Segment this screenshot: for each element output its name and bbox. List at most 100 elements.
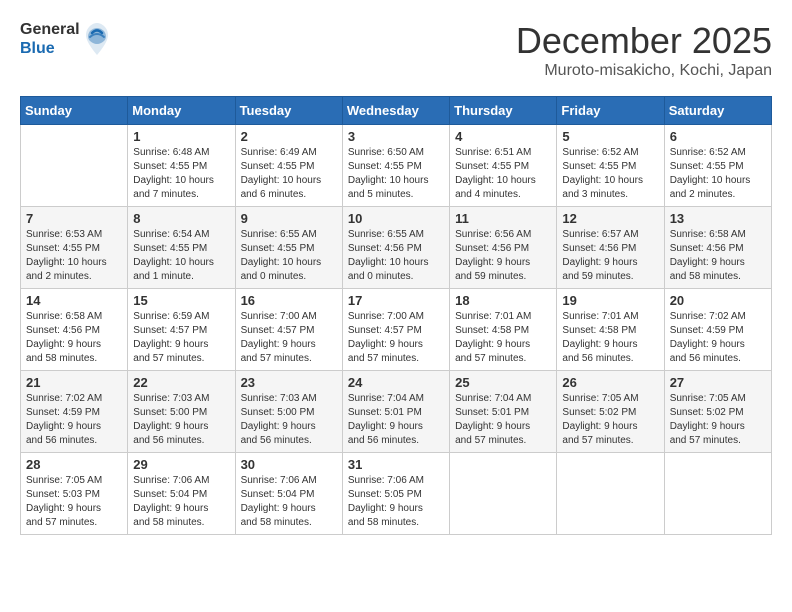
day-number: 13	[670, 211, 766, 226]
calendar-cell: 23 Sunrise: 7:03 AM Sunset: 5:00 PM Dayli…	[235, 371, 342, 453]
day-info: Sunrise: 7:02 AM Sunset: 4:59 PM Dayligh…	[670, 310, 766, 366]
calendar-cell: 12Sunrise: 6:57 AM Sunset: 4:56 PM Dayli…	[557, 207, 664, 289]
calendar-cell: 11 Sunrise: 6:56 AM Sunset: 4:56 PM Dayli…	[450, 207, 557, 289]
day-number: 7	[26, 211, 122, 226]
day-number: 11	[455, 211, 551, 226]
calendar-cell: 26Sunrise: 7:05 AM Sunset: 5:02 PM Dayli…	[557, 371, 664, 453]
weekday-header-sunday: Sunday	[21, 97, 128, 125]
day-number: 15	[133, 293, 229, 308]
calendar-week-row: 28Sunrise: 7:05 AM Sunset: 5:03 PM Dayli…	[21, 453, 772, 535]
day-info: Sunrise: 6:50 AM Sunset: 4:55 PM Dayligh…	[348, 146, 444, 202]
logo: General Blue	[20, 20, 112, 58]
calendar-cell: 3 Sunrise: 6:50 AM Sunset: 4:55 PM Daylig…	[342, 125, 449, 207]
weekday-header-monday: Monday	[128, 97, 235, 125]
day-info: Sunrise: 6:58 AM Sunset: 4:56 PM Dayligh…	[26, 310, 122, 366]
calendar-cell: 2Sunrise: 6:49 AM Sunset: 4:55 PM Daylig…	[235, 125, 342, 207]
calendar-table: SundayMondayTuesdayWednesdayThursdayFrid…	[20, 96, 772, 535]
calendar-cell: 16 Sunrise: 7:00 AM Sunset: 4:57 PM Dayli…	[235, 289, 342, 371]
day-number: 3	[348, 129, 444, 144]
weekday-header-friday: Friday	[557, 97, 664, 125]
calendar-cell: 25Sunrise: 7:04 AM Sunset: 5:01 PM Dayli…	[450, 371, 557, 453]
day-info: Sunrise: 6:55 AM Sunset: 4:56 PM Dayligh…	[348, 228, 444, 284]
logo-container: General Blue	[20, 20, 112, 58]
logo-wave-icon	[82, 21, 112, 57]
calendar-body: 1 Sunrise: 6:48 AM Sunset: 4:55 PM Daylig…	[21, 125, 772, 535]
day-info: Sunrise: 6:49 AM Sunset: 4:55 PM Dayligh…	[241, 146, 337, 202]
day-number: 8	[133, 211, 229, 226]
day-info: Sunrise: 6:57 AM Sunset: 4:56 PM Dayligh…	[562, 228, 658, 284]
calendar-cell	[664, 453, 771, 535]
day-number: 14	[26, 293, 122, 308]
calendar-cell	[557, 453, 664, 535]
calendar-week-row: 21 Sunrise: 7:02 AM Sunset: 4:59 PM Dayli…	[21, 371, 772, 453]
day-number: 1	[133, 129, 229, 144]
day-info: Sunrise: 6:55 AM Sunset: 4:55 PM Dayligh…	[241, 228, 337, 284]
day-info: Sunrise: 7:00 AM Sunset: 4:57 PM Dayligh…	[241, 310, 337, 366]
weekday-header-tuesday: Tuesday	[235, 97, 342, 125]
calendar-cell: 9 Sunrise: 6:55 AM Sunset: 4:55 PM Daylig…	[235, 207, 342, 289]
day-info: Sunrise: 7:05 AM Sunset: 5:03 PM Dayligh…	[26, 474, 122, 530]
day-number: 23	[241, 375, 337, 390]
day-number: 17	[348, 293, 444, 308]
day-number: 19	[562, 293, 658, 308]
day-number: 21	[26, 375, 122, 390]
day-info: Sunrise: 6:59 AM Sunset: 4:57 PM Dayligh…	[133, 310, 229, 366]
calendar-cell: 13Sunrise: 6:58 AM Sunset: 4:56 PM Dayli…	[664, 207, 771, 289]
day-info: Sunrise: 7:02 AM Sunset: 4:59 PM Dayligh…	[26, 392, 122, 448]
calendar-cell: 21 Sunrise: 7:02 AM Sunset: 4:59 PM Dayli…	[21, 371, 128, 453]
calendar-cell: 5 Sunrise: 6:52 AM Sunset: 4:55 PM Daylig…	[557, 125, 664, 207]
weekday-header-wednesday: Wednesday	[342, 97, 449, 125]
day-info: Sunrise: 6:52 AM Sunset: 4:55 PM Dayligh…	[562, 146, 658, 202]
calendar-cell: 22 Sunrise: 7:03 AM Sunset: 5:00 PM Dayli…	[128, 371, 235, 453]
calendar-cell: 28Sunrise: 7:05 AM Sunset: 5:03 PM Dayli…	[21, 453, 128, 535]
calendar-cell: 29Sunrise: 7:06 AM Sunset: 5:04 PM Dayli…	[128, 453, 235, 535]
page-header: General Blue December 2025 Muroto-misaki…	[20, 20, 772, 80]
day-number: 16	[241, 293, 337, 308]
calendar-cell: 27 Sunrise: 7:05 AM Sunset: 5:02 PM Dayli…	[664, 371, 771, 453]
day-info: Sunrise: 6:51 AM Sunset: 4:55 PM Dayligh…	[455, 146, 551, 202]
calendar-cell: 17 Sunrise: 7:00 AM Sunset: 4:57 PM Dayli…	[342, 289, 449, 371]
day-info: Sunrise: 7:03 AM Sunset: 5:00 PM Dayligh…	[133, 392, 229, 448]
day-info: Sunrise: 7:06 AM Sunset: 5:04 PM Dayligh…	[133, 474, 229, 530]
location-subtitle: Muroto-misakicho, Kochi, Japan	[516, 62, 772, 80]
day-number: 27	[670, 375, 766, 390]
weekday-header-saturday: Saturday	[664, 97, 771, 125]
day-info: Sunrise: 7:01 AM Sunset: 4:58 PM Dayligh…	[455, 310, 551, 366]
day-number: 31	[348, 457, 444, 472]
calendar-week-row: 7 Sunrise: 6:53 AM Sunset: 4:55 PM Daylig…	[21, 207, 772, 289]
title-block: December 2025 Muroto-misakicho, Kochi, J…	[516, 20, 772, 80]
day-info: Sunrise: 6:53 AM Sunset: 4:55 PM Dayligh…	[26, 228, 122, 284]
calendar-cell: 14 Sunrise: 6:58 AM Sunset: 4:56 PM Dayli…	[21, 289, 128, 371]
calendar-cell	[450, 453, 557, 535]
calendar-cell: 8Sunrise: 6:54 AM Sunset: 4:55 PM Daylig…	[128, 207, 235, 289]
calendar-cell: 4 Sunrise: 6:51 AM Sunset: 4:55 PM Daylig…	[450, 125, 557, 207]
day-number: 10	[348, 211, 444, 226]
day-info: Sunrise: 7:05 AM Sunset: 5:02 PM Dayligh…	[562, 392, 658, 448]
calendar-cell: 1 Sunrise: 6:48 AM Sunset: 4:55 PM Daylig…	[128, 125, 235, 207]
day-info: Sunrise: 6:48 AM Sunset: 4:55 PM Dayligh…	[133, 146, 229, 202]
day-info: Sunrise: 7:06 AM Sunset: 5:05 PM Dayligh…	[348, 474, 444, 530]
day-number: 5	[562, 129, 658, 144]
day-number: 4	[455, 129, 551, 144]
day-info: Sunrise: 7:03 AM Sunset: 5:00 PM Dayligh…	[241, 392, 337, 448]
month-title: December 2025	[516, 20, 772, 62]
day-number: 22	[133, 375, 229, 390]
calendar-cell: 24Sunrise: 7:04 AM Sunset: 5:01 PM Dayli…	[342, 371, 449, 453]
calendar-week-row: 1 Sunrise: 6:48 AM Sunset: 4:55 PM Daylig…	[21, 125, 772, 207]
day-info: Sunrise: 7:05 AM Sunset: 5:02 PM Dayligh…	[670, 392, 766, 448]
day-info: Sunrise: 7:04 AM Sunset: 5:01 PM Dayligh…	[348, 392, 444, 448]
day-info: Sunrise: 7:06 AM Sunset: 5:04 PM Dayligh…	[241, 474, 337, 530]
calendar-cell: 20 Sunrise: 7:02 AM Sunset: 4:59 PM Dayli…	[664, 289, 771, 371]
day-number: 9	[241, 211, 337, 226]
calendar-cell: 30Sunrise: 7:06 AM Sunset: 5:04 PM Dayli…	[235, 453, 342, 535]
day-number: 20	[670, 293, 766, 308]
day-number: 18	[455, 293, 551, 308]
calendar-cell: 10 Sunrise: 6:55 AM Sunset: 4:56 PM Dayli…	[342, 207, 449, 289]
day-info: Sunrise: 6:52 AM Sunset: 4:55 PM Dayligh…	[670, 146, 766, 202]
calendar-cell: 31 Sunrise: 7:06 AM Sunset: 5:05 PM Dayli…	[342, 453, 449, 535]
day-info: Sunrise: 7:04 AM Sunset: 5:01 PM Dayligh…	[455, 392, 551, 448]
calendar-cell: 18 Sunrise: 7:01 AM Sunset: 4:58 PM Dayli…	[450, 289, 557, 371]
day-info: Sunrise: 7:00 AM Sunset: 4:57 PM Dayligh…	[348, 310, 444, 366]
calendar-cell	[21, 125, 128, 207]
day-info: Sunrise: 6:56 AM Sunset: 4:56 PM Dayligh…	[455, 228, 551, 284]
